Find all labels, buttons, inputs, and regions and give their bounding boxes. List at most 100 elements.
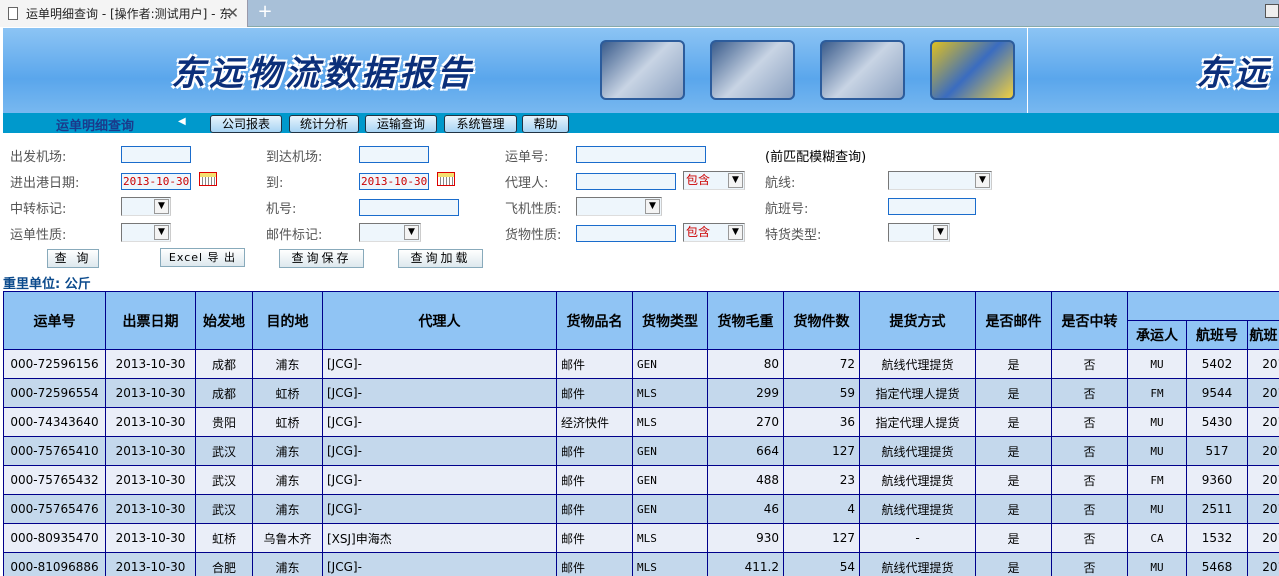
column-header[interactable]: 航班日期 bbox=[1246, 320, 1279, 350]
save-query-button[interactable]: 查询保存 bbox=[279, 249, 364, 268]
table-cell: 2013 bbox=[1246, 494, 1279, 524]
column-header[interactable]: 货物品名 bbox=[556, 291, 633, 350]
table-cell: 邮件 bbox=[556, 378, 633, 408]
table-cell: 否 bbox=[1051, 523, 1128, 553]
warehouse-photo bbox=[600, 40, 685, 100]
route-select[interactable]: ▼ bbox=[888, 171, 992, 190]
collapse-arrow-icon[interactable]: ◀ bbox=[178, 116, 186, 127]
table-row[interactable]: 000-80935470 2013-10-30 虹桥 乌鲁木齐 [XSJ]申海杰 邮件 ML… bbox=[3, 523, 1279, 553]
column-header[interactable]: 是否邮件 bbox=[975, 291, 1052, 350]
table-row[interactable]: 000-72596554 2013-10-30 成都 虹桥 [JCG]- 邮件 MLS 299… bbox=[3, 378, 1279, 408]
table-row[interactable]: 000-72596156 2013-10-30 成都 浦东 [JCG]- 邮件 GEN 80 7… bbox=[3, 349, 1279, 379]
table-cell: [JCG]- bbox=[322, 494, 557, 524]
table-cell: - bbox=[859, 523, 976, 553]
cargo-match-select[interactable]: 包含 ▼ bbox=[683, 223, 745, 242]
dep-airport-input[interactable] bbox=[121, 146, 191, 163]
fuzzy-note: (前匹配模糊查询) bbox=[765, 150, 867, 165]
nav-company-reports[interactable]: 公司报表 bbox=[210, 115, 282, 133]
column-header[interactable]: 运单号 bbox=[3, 291, 106, 350]
table-cell: MU bbox=[1127, 552, 1187, 576]
cargo-match-value: 包含 bbox=[686, 225, 711, 239]
warehouse-photo bbox=[710, 40, 795, 100]
column-header[interactable]: 代理人 bbox=[322, 291, 557, 350]
tab-title: 运单明细查询 - [操作者:测试用户] - 东 bbox=[26, 7, 232, 21]
awb-type-select[interactable]: ▼ bbox=[121, 223, 171, 242]
table-cell: 否 bbox=[1051, 407, 1128, 437]
table-row[interactable]: 000-81096886 2013-10-30 合肥 浦东 [JCG]- 邮件 MLS 411… bbox=[3, 552, 1279, 576]
table-cell: 航线代理提货 bbox=[859, 494, 976, 524]
column-header[interactable]: 承运人 bbox=[1127, 320, 1187, 350]
new-tab-button[interactable]: + bbox=[254, 2, 276, 24]
date-from-input[interactable]: 2013-10-30 bbox=[121, 173, 191, 190]
table-cell: 邮件 bbox=[556, 494, 633, 524]
table-cell: GEN bbox=[632, 436, 708, 466]
table-cell: MU bbox=[1127, 349, 1187, 379]
table-row[interactable]: 000-75765410 2013-10-30 武汉 浦东 [JCG]- 邮件 GEN 664… bbox=[3, 436, 1279, 466]
table-cell: [XSJ]申海杰 bbox=[322, 523, 557, 553]
mail-flag-select[interactable]: ▼ bbox=[359, 223, 421, 242]
column-header[interactable]: 始发地 bbox=[195, 291, 253, 350]
excel-export-button[interactable]: Excel 导 出 bbox=[160, 248, 245, 267]
awb-type-label: 运单性质: bbox=[10, 228, 67, 243]
browser-tab-bar: 运单明细查询 - [操作者:测试用户] - 东 ✕ + bbox=[0, 0, 1279, 27]
table-cell: 是 bbox=[975, 494, 1052, 524]
table-row[interactable]: 000-75765476 2013-10-30 武汉 浦东 [JCG]- 邮件 GEN 46 4… bbox=[3, 494, 1279, 524]
table-cell: 浦东 bbox=[252, 436, 323, 466]
nav-system-admin[interactable]: 系统管理 bbox=[444, 115, 517, 133]
calendar-icon[interactable] bbox=[199, 172, 217, 186]
load-query-button[interactable]: 查询加载 bbox=[398, 249, 483, 268]
table-cell: MLS bbox=[632, 523, 708, 553]
column-header[interactable]: 货物毛重 bbox=[707, 291, 784, 350]
aircraft-type-select[interactable]: ▼ bbox=[576, 197, 662, 216]
table-row[interactable]: 000-75765432 2013-10-30 武汉 浦东 [JCG]- 邮件 GEN 488… bbox=[3, 465, 1279, 495]
window-button[interactable] bbox=[1265, 4, 1279, 18]
table-cell: 4 bbox=[783, 494, 860, 524]
calendar-icon[interactable] bbox=[437, 172, 455, 186]
table-cell: 000-74343640 bbox=[3, 407, 106, 437]
table-cell: [JCG]- bbox=[322, 436, 557, 466]
chevron-down-icon: ▼ bbox=[933, 225, 948, 240]
table-cell: 合肥 bbox=[195, 552, 253, 576]
table-cell: 2013 bbox=[1246, 378, 1279, 408]
awb-no-input[interactable] bbox=[576, 146, 706, 163]
cargo-nature-input[interactable] bbox=[576, 225, 676, 242]
current-page-label: 运单明细查询 bbox=[56, 119, 135, 134]
table-cell: FM bbox=[1127, 465, 1187, 495]
banner: 东远物流数据报告 东远 bbox=[3, 28, 1279, 113]
flight-group-header bbox=[1126, 291, 1279, 321]
column-header[interactable]: 提货方式 bbox=[859, 291, 976, 350]
table-cell: 930 bbox=[707, 523, 784, 553]
column-header[interactable]: 目的地 bbox=[252, 291, 323, 350]
chevron-down-icon: ▼ bbox=[728, 173, 743, 188]
banner-seam bbox=[1027, 28, 1028, 113]
agent-input[interactable] bbox=[576, 173, 676, 190]
column-header[interactable]: 货物件数 bbox=[783, 291, 860, 350]
transfer-flag-select[interactable]: ▼ bbox=[121, 197, 171, 216]
mail-flag-label: 邮件标记: bbox=[266, 228, 323, 243]
nav-transport-query[interactable]: 运输查询 bbox=[365, 115, 437, 133]
table-row[interactable]: 000-74343640 2013-10-30 贵阳 虹桥 [JCG]- 经济快件 MLS 2… bbox=[3, 407, 1279, 437]
browser-tab[interactable]: 运单明细查询 - [操作者:测试用户] - 东 ✕ bbox=[0, 0, 248, 27]
flight-no-input[interactable] bbox=[888, 198, 976, 215]
query-button[interactable]: 查 询 bbox=[47, 249, 99, 268]
nav-help[interactable]: 帮助 bbox=[522, 115, 569, 133]
special-cargo-select[interactable]: ▼ bbox=[888, 223, 950, 242]
table-cell: 127 bbox=[783, 523, 860, 553]
chevron-down-icon: ▼ bbox=[404, 225, 419, 240]
agent-match-select[interactable]: 包含 ▼ bbox=[683, 171, 745, 190]
column-header[interactable]: 出票日期 bbox=[105, 291, 196, 350]
table-cell: 虹桥 bbox=[252, 407, 323, 437]
table-cell: 否 bbox=[1051, 378, 1128, 408]
nav-statistics[interactable]: 统计分析 bbox=[289, 115, 359, 133]
arr-airport-input[interactable] bbox=[359, 146, 429, 163]
date-to-input[interactable]: 2013-10-30 bbox=[359, 173, 429, 190]
column-header[interactable]: 是否中转 bbox=[1051, 291, 1128, 350]
column-header[interactable]: 航班号 bbox=[1186, 320, 1248, 350]
aircraft-no-input[interactable] bbox=[359, 199, 459, 216]
column-header[interactable]: 货物类型 bbox=[632, 291, 708, 350]
table-cell: 成都 bbox=[195, 378, 253, 408]
table-cell: 是 bbox=[975, 436, 1052, 466]
table-cell: 浦东 bbox=[252, 465, 323, 495]
close-tab-icon[interactable]: ✕ bbox=[226, 4, 239, 22]
banner-title-repeat: 东远 bbox=[1196, 54, 1272, 94]
